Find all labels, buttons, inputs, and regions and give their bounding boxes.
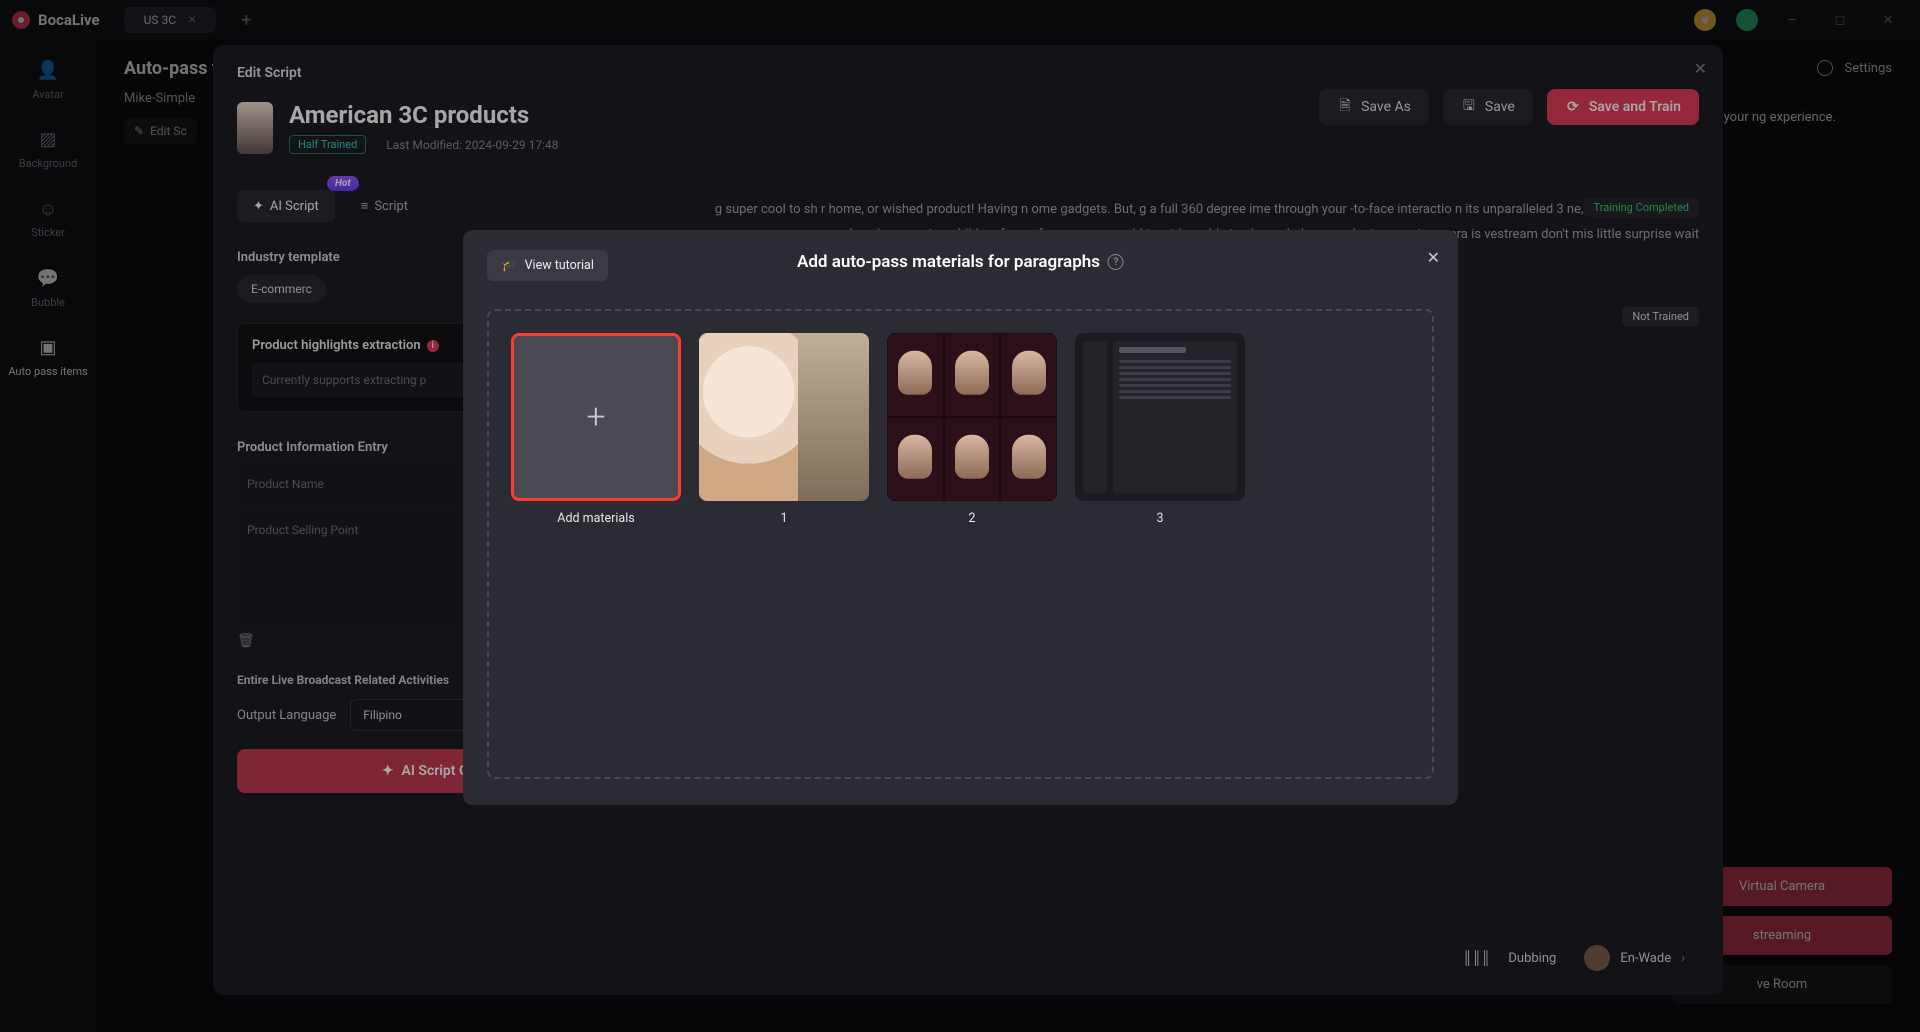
view-tutorial-button[interactable]: 🎓View tutorial: [487, 250, 608, 281]
add-materials-label: Add materials: [557, 511, 634, 526]
help-icon[interactable]: ?: [1108, 254, 1124, 270]
material-label-3: 3: [1156, 511, 1163, 526]
material-thumb-1[interactable]: [699, 333, 869, 501]
materials-modal-title: Add auto-pass materials for paragraphs?: [797, 252, 1124, 272]
material-label-1: 1: [780, 511, 787, 526]
material-thumb-3[interactable]: [1075, 333, 1245, 501]
material-thumb-2[interactable]: [887, 333, 1057, 501]
graduation-cap-icon: 🎓: [501, 258, 517, 273]
add-materials-tile[interactable]: +: [511, 333, 681, 501]
material-label-2: 2: [968, 511, 975, 526]
add-materials-modal: 🎓View tutorial Add auto-pass materials f…: [463, 230, 1458, 805]
close-materials-modal-button[interactable]: ✕: [1427, 248, 1440, 267]
materials-dropzone[interactable]: + Add materials 1 2 3: [487, 309, 1434, 779]
plus-large-icon: +: [586, 397, 605, 437]
